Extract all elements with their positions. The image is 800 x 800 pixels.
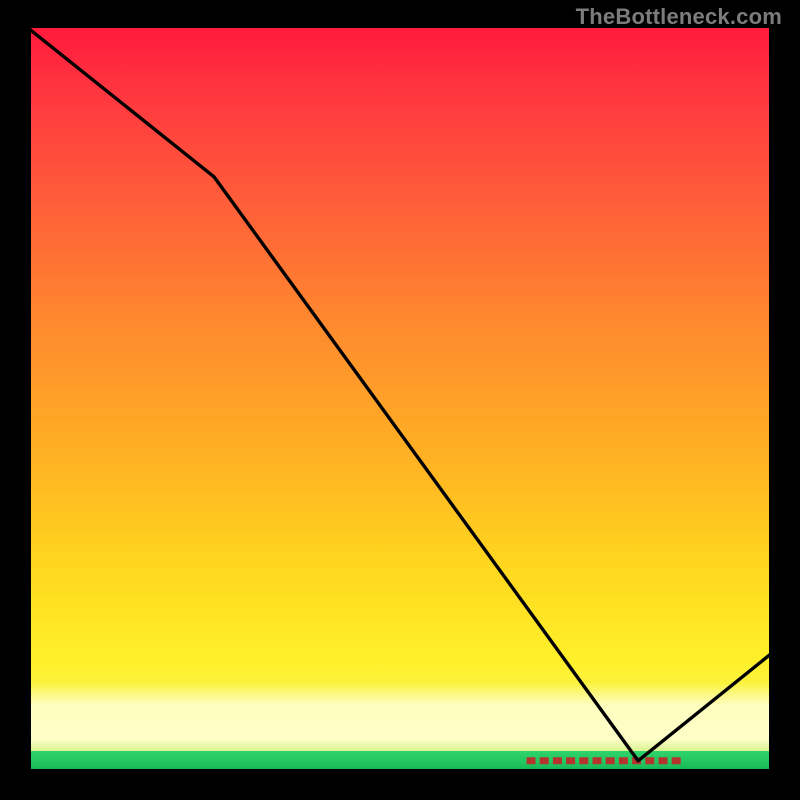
series-line <box>28 28 772 761</box>
watermark-text: TheBottleneck.com <box>576 4 782 30</box>
series-overlay <box>28 28 772 772</box>
chart-frame: TheBottleneck.com <box>0 0 800 800</box>
plot-area <box>28 28 772 772</box>
